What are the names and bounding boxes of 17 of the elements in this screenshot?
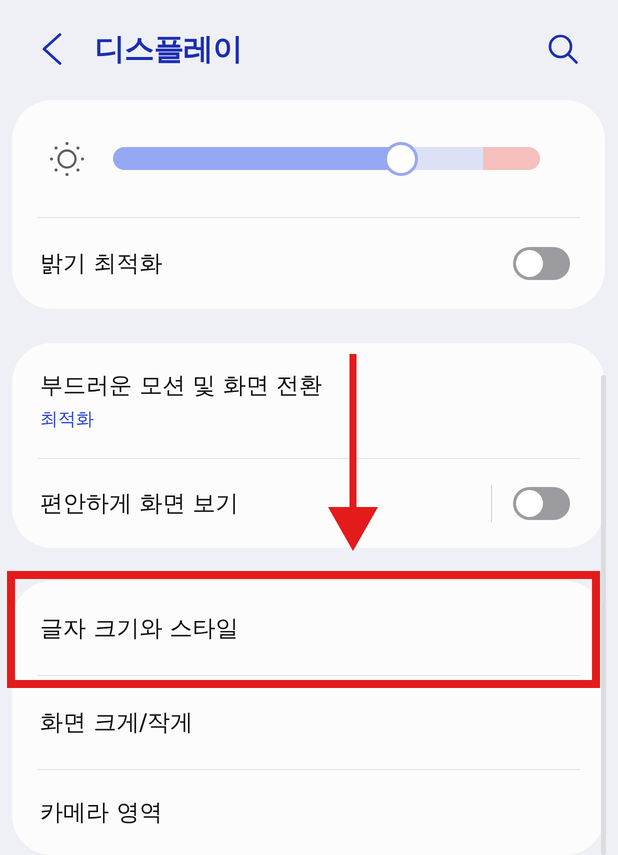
setting-label[interactable]: 화면 크게/작게 — [40, 707, 194, 738]
setting-label[interactable]: 카메라 영역 — [40, 797, 162, 828]
slider-track[interactable] — [113, 147, 540, 170]
setting-value: 최적화 — [40, 408, 94, 431]
setting-label[interactable]: 글자 크기와 스타일 — [40, 612, 239, 644]
setting-label[interactable]: 밝기 최적화 — [40, 248, 162, 279]
search-button[interactable] — [548, 34, 578, 64]
toggle-switch[interactable] — [513, 247, 570, 280]
back-icon — [42, 33, 62, 65]
setting-label[interactable]: 편안하게 화면 보기 — [40, 488, 239, 519]
sun-icon — [50, 142, 84, 176]
setting-label[interactable]: 부드러운 모션 및 화면 전환 — [40, 370, 322, 401]
search-icon — [548, 34, 578, 64]
back-button[interactable] — [42, 33, 62, 65]
page-title: 디스플레이 — [95, 30, 242, 68]
toggle-switch[interactable] — [513, 487, 570, 520]
high-brightness-segment — [483, 147, 540, 170]
